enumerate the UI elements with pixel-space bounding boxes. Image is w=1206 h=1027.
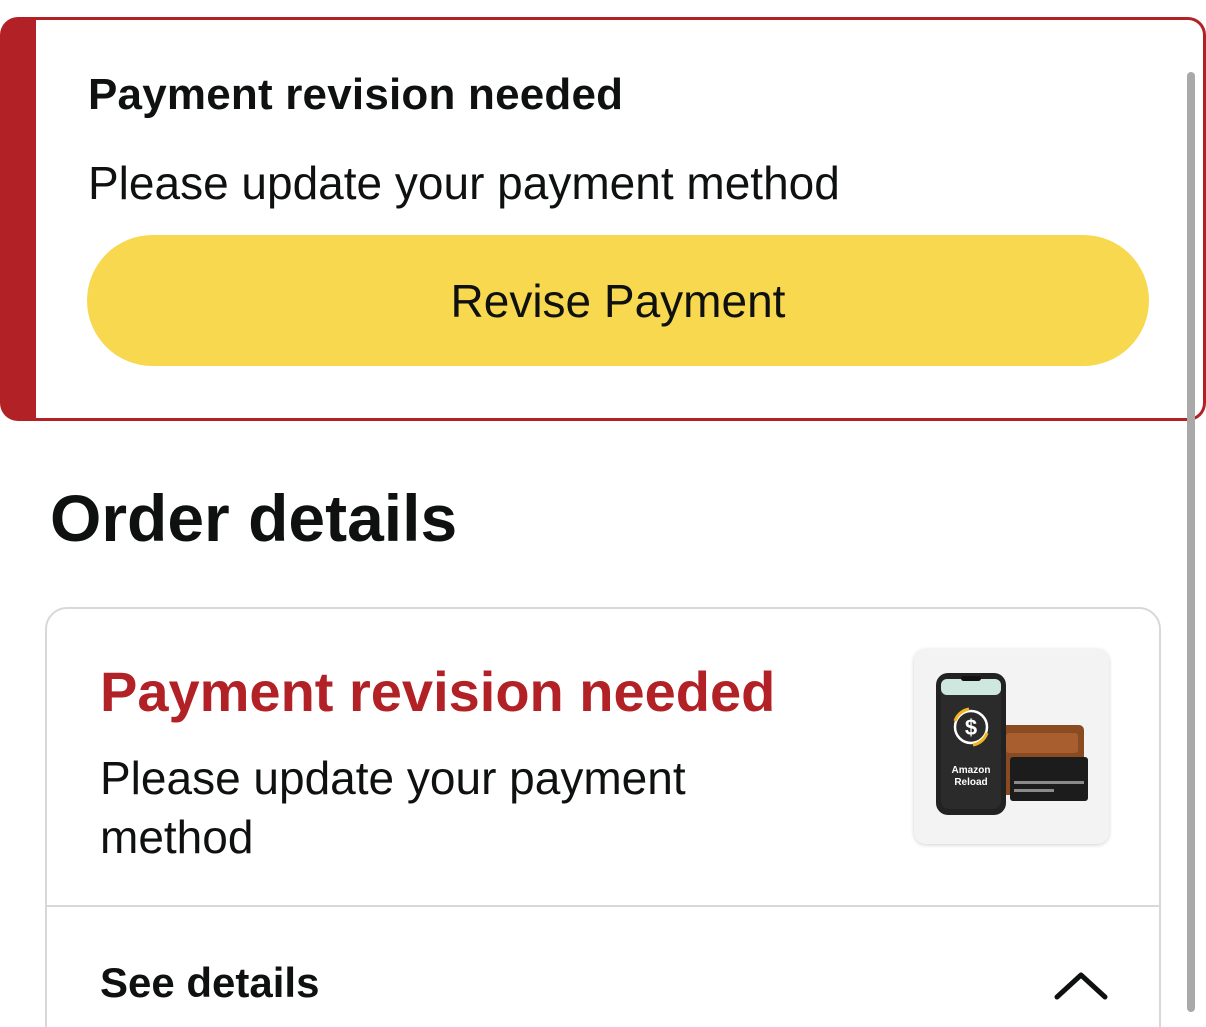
payment-alert: Payment revision needed Please update yo… [0,17,1206,421]
status-title: Payment revision needed [100,660,776,723]
order-status-card: Payment revision needed Please update yo… [45,607,1161,1027]
alert-message: Please update your payment method [88,157,840,209]
alert-title: Payment revision needed [88,70,624,119]
see-details-label: See details [100,959,320,1006]
order-page: Payment revision needed Please update yo… [0,0,1206,1027]
page-title: Order details [50,481,458,555]
see-details-toggle[interactable]: See details [47,907,1159,1027]
revise-payment-button[interactable]: Revise Payment [87,235,1149,366]
svg-text:$: $ [965,715,977,740]
image-text-line-1: Amazon [952,765,991,776]
scrollbar[interactable] [1187,72,1195,1012]
image-text-line-2: Reload [954,777,987,788]
phone-wallet-illustration: $ Amazon Reload [914,649,1109,844]
status-message: Please update your payment method [100,752,686,863]
amazon-reload-image[interactable]: $ Amazon Reload [914,649,1109,844]
chevron-up-icon [1054,972,1108,1000]
